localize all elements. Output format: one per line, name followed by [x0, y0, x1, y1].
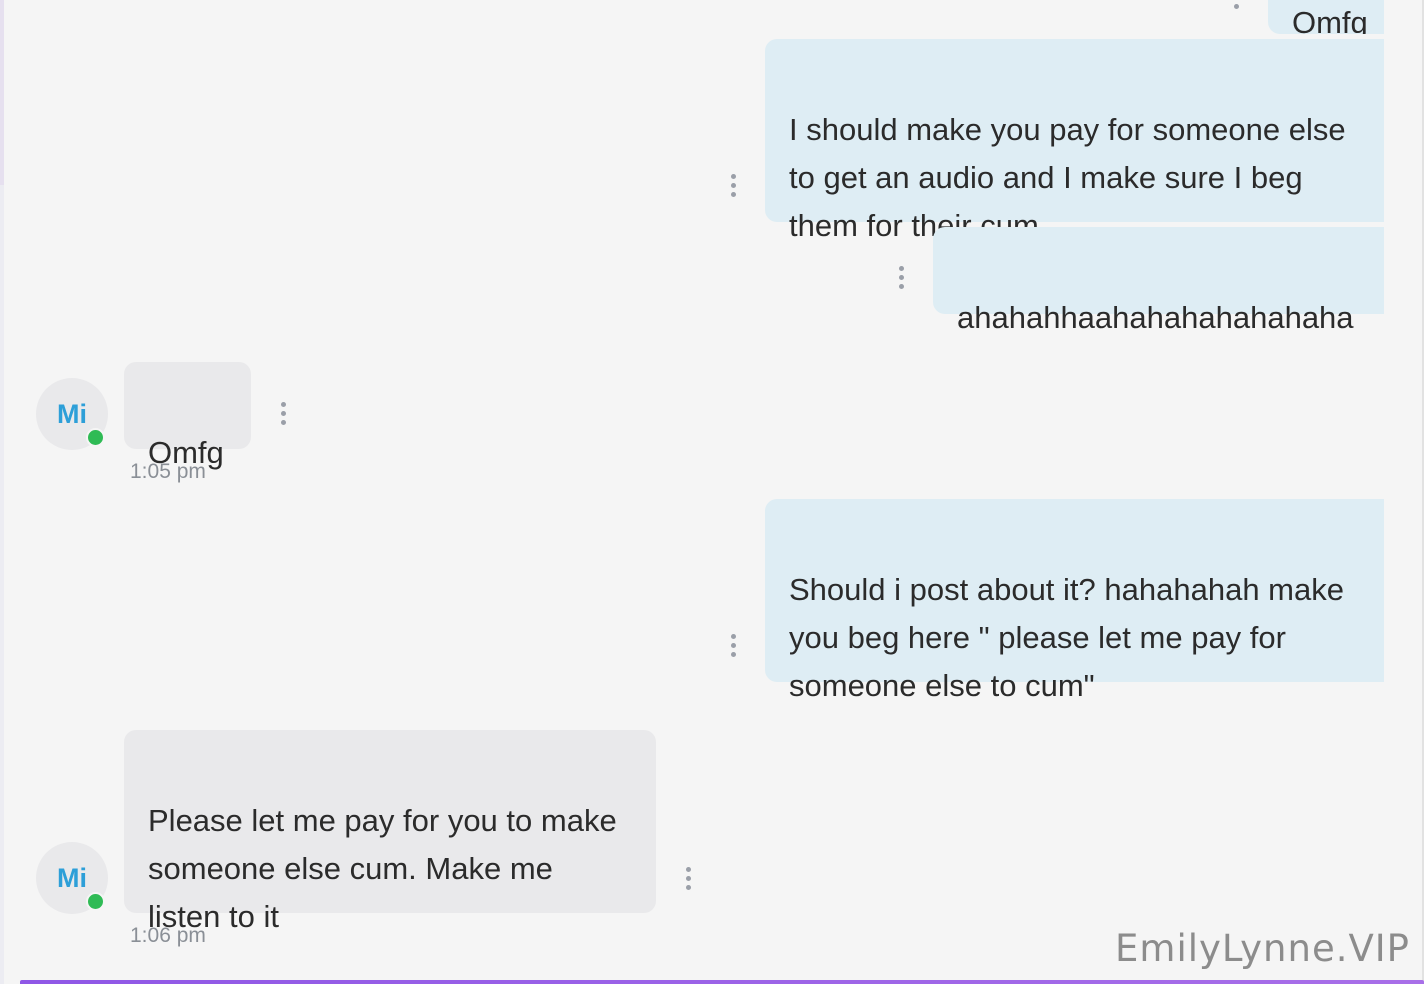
message-timestamp: 1:06 pm — [130, 924, 206, 947]
sent-message-bubble: Should i post about it? hahahahah make y… — [765, 499, 1384, 703]
avatar-initials: Mi — [57, 863, 87, 893]
received-message-bubble: Omfg — [124, 362, 251, 470]
kebab-menu-icon[interactable] — [1232, 0, 1240, 10]
online-status-dot — [86, 428, 105, 447]
kebab-menu-icon[interactable] — [897, 266, 905, 290]
message-timestamp: 1:05 pm — [130, 460, 206, 483]
message-text: I should make you pay for someone else t… — [789, 112, 1346, 243]
window-left-edge — [0, 0, 4, 984]
online-status-dot — [86, 892, 105, 911]
message-text: Omfg — [1292, 5, 1368, 35]
received-message-bubble: Please let me pay for you to make someon… — [124, 730, 656, 934]
message-text: Should i post about it? hahahahah make y… — [789, 572, 1344, 703]
composer-top-border — [20, 980, 1424, 984]
watermark: EmilyLynne.VIP — [1115, 927, 1410, 970]
sent-message-bubble: Omfg — [1268, 0, 1384, 34]
sent-message-bubble: ahahahhaahahahahahahaha — [933, 227, 1384, 335]
avatar-initials: Mi — [57, 399, 87, 429]
kebab-menu-icon[interactable] — [279, 402, 287, 426]
sent-message-bubble: I should make you pay for someone else t… — [765, 39, 1384, 243]
message-text: Please let me pay for you to make someon… — [148, 803, 617, 934]
kebab-menu-icon[interactable] — [729, 174, 737, 198]
message-text: ahahahhaahahahahahahaha — [957, 300, 1354, 335]
kebab-menu-icon[interactable] — [729, 634, 737, 658]
kebab-menu-icon[interactable] — [684, 867, 692, 891]
